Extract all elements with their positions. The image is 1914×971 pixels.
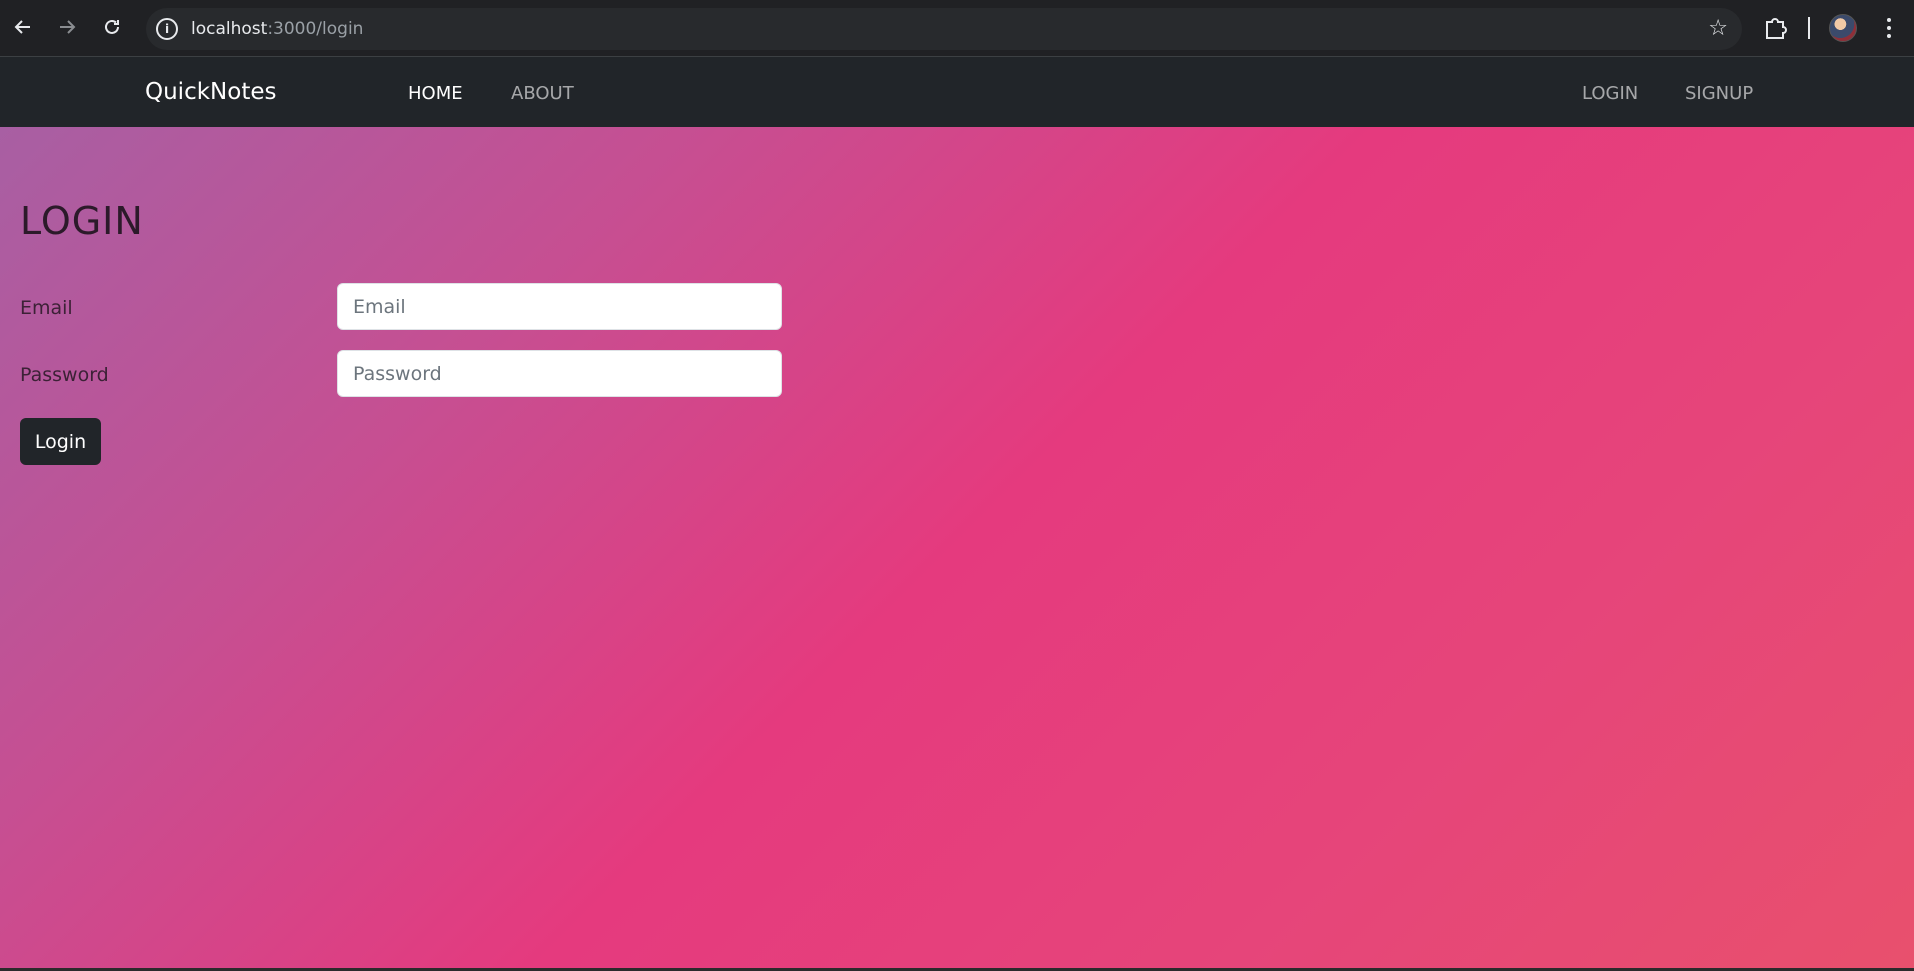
- kebab-icon[interactable]: [1876, 14, 1902, 42]
- address-bar[interactable]: i localhost:3000/login ☆: [146, 8, 1742, 50]
- nav-link-about[interactable]: ABOUT: [511, 83, 574, 104]
- password-field[interactable]: [337, 350, 782, 397]
- email-field[interactable]: [337, 283, 782, 330]
- email-label: Email: [20, 297, 73, 319]
- url-text[interactable]: localhost:3000/login: [191, 19, 363, 39]
- url-host: localhost: [191, 19, 268, 39]
- nav-link-login[interactable]: LOGIN: [1582, 83, 1638, 104]
- info-icon[interactable]: i: [156, 18, 178, 40]
- browser-toolbar: i localhost:3000/login ☆: [0, 0, 1914, 57]
- main-content: LOGIN Email Password Login: [0, 127, 1914, 968]
- reload-icon[interactable]: [99, 14, 125, 40]
- toolbar-divider: [1808, 17, 1810, 39]
- login-button[interactable]: Login: [20, 418, 101, 465]
- brand-logo[interactable]: QuickNotes: [145, 79, 276, 105]
- avatar[interactable]: [1829, 14, 1857, 42]
- nav-link-home[interactable]: HOME: [408, 83, 463, 104]
- url-path: :3000/login: [267, 19, 364, 39]
- nav-link-signup[interactable]: SIGNUP: [1685, 83, 1753, 104]
- app-navbar: QuickNotes HOME ABOUT LOGIN SIGNUP: [0, 57, 1914, 127]
- back-arrow-icon[interactable]: [10, 14, 36, 40]
- puzzle-icon[interactable]: [1761, 13, 1789, 41]
- password-label: Password: [20, 364, 109, 386]
- star-icon[interactable]: ☆: [1708, 16, 1728, 41]
- forward-arrow-icon[interactable]: [54, 14, 80, 40]
- page-title: LOGIN: [20, 199, 144, 243]
